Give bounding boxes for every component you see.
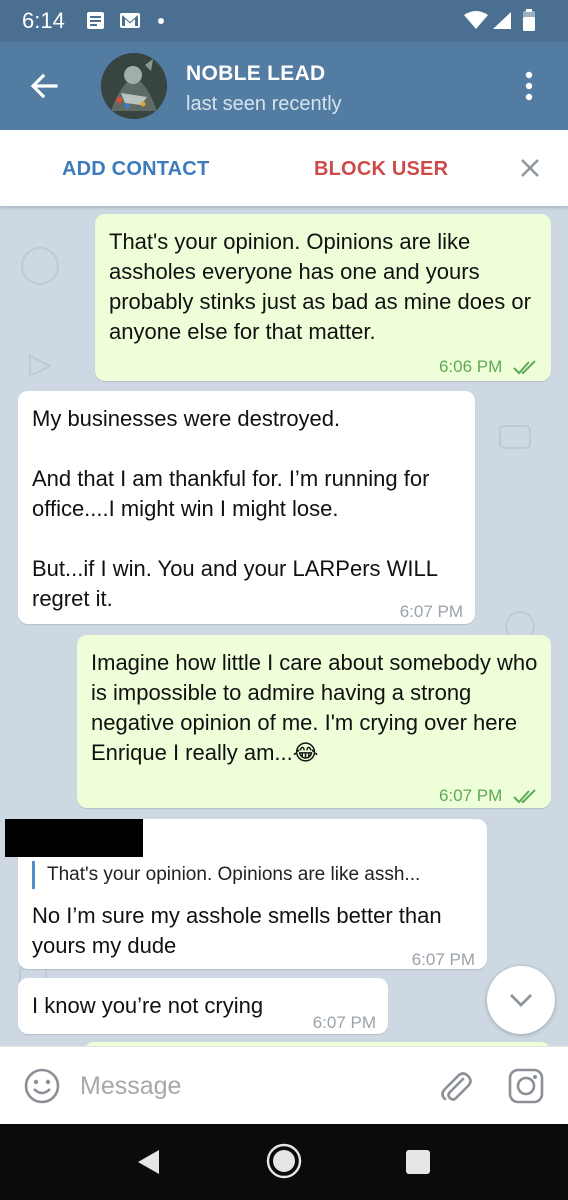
chat-header: NOBLE LEAD last seen recently: [0, 42, 568, 130]
message-incoming[interactable]: I know you’re not crying 6:07 PM: [18, 978, 388, 1034]
message-input[interactable]: [80, 1067, 410, 1105]
reply-quote[interactable]: That's your opinion. Opinions are like a…: [32, 861, 420, 889]
message-time: 6:07 PM: [411, 950, 475, 969]
chevron-down-icon: [510, 994, 532, 1007]
paperclip-icon[interactable]: [436, 1067, 474, 1105]
redacted-sender-name: [5, 819, 143, 857]
message-text: No I’m sure my asshole smells better tha…: [32, 903, 442, 958]
avatar[interactable]: [101, 53, 167, 119]
message-text: I know you’re not crying: [32, 993, 264, 1018]
message-time: 6:06 PM: [438, 357, 503, 376]
notification-dot: [158, 18, 164, 24]
message-outgoing[interactable]: Imagine how little I care about somebody…: [77, 635, 551, 808]
contact-status: last seen recently: [186, 93, 342, 115]
message-composer: [0, 1046, 568, 1124]
more-vertical-icon[interactable]: [514, 66, 544, 106]
message-text: That's your opinion. Opinions are like a…: [109, 229, 531, 344]
read-receipt-icon: [513, 788, 536, 803]
nav-recents-icon[interactable]: [405, 1149, 431, 1175]
emoji-icon[interactable]: [23, 1067, 61, 1105]
block-user-button[interactable]: BLOCK USER: [314, 158, 448, 181]
camera-icon[interactable]: [506, 1066, 546, 1106]
notes-icon: [87, 12, 104, 29]
message-time: 6:07 PM: [312, 1013, 376, 1032]
message-time: 6:07 PM: [438, 786, 503, 805]
scroll-down-button[interactable]: [487, 966, 555, 1034]
read-receipt-icon: [513, 359, 536, 374]
message-outgoing[interactable]: That's your opinion. Opinions are like a…: [95, 214, 551, 381]
wifi-icon: [464, 11, 488, 29]
contact-name[interactable]: NOBLE LEAD: [186, 62, 326, 86]
signal-icon: [493, 12, 511, 29]
arrow-left-icon[interactable]: [26, 68, 62, 104]
status-time: 6:14: [22, 8, 65, 33]
message-time: 6:07 PM: [399, 602, 463, 621]
add-block-bar: ADD CONTACT BLOCK USER: [0, 130, 568, 206]
system-nav-bar: [0, 1124, 568, 1200]
status-bar: 6:14: [0, 0, 568, 42]
battery-icon: [523, 9, 535, 31]
close-icon[interactable]: [516, 154, 544, 182]
add-contact-button[interactable]: ADD CONTACT: [62, 158, 209, 181]
message-text: My businesses were destroyed. And that I…: [32, 406, 438, 611]
message-meta: 6:06 PM: [439, 352, 539, 382]
message-text: Imagine how little I care about somebody…: [91, 650, 538, 765]
gmail-icon: [120, 13, 140, 28]
chat-history[interactable]: That's your opinion. Opinions are like a…: [0, 206, 568, 1046]
nav-back-icon[interactable]: [135, 1148, 163, 1176]
message-meta: 6:07 PM: [439, 781, 539, 811]
nav-home-icon[interactable]: [266, 1143, 302, 1179]
message-incoming[interactable]: My businesses were destroyed. And that I…: [18, 391, 475, 624]
